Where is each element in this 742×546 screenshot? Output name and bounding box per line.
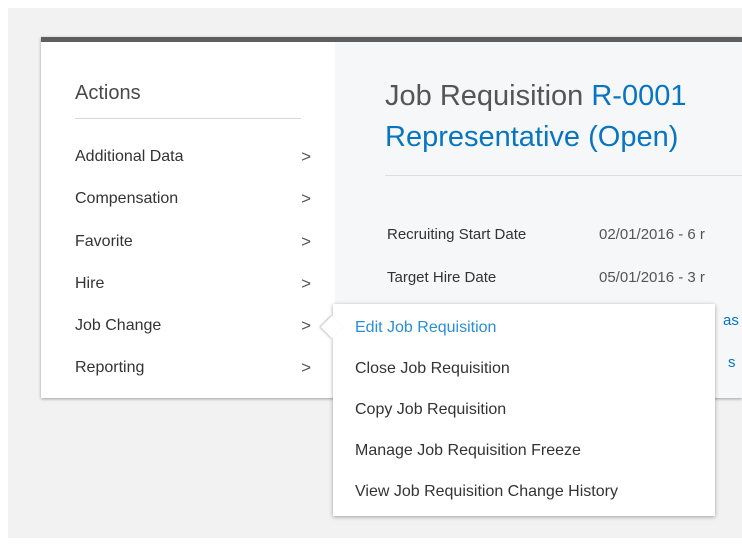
action-item-reporting[interactable]: Reporting > [75,355,311,381]
action-item-label: Compensation [75,190,179,207]
chevron-right-icon: > [301,316,311,335]
manage-job-requisition-freeze-item[interactable]: Manage Job Requisition Freeze [355,442,581,460]
action-item-label: Hire [75,275,105,292]
action-item-additional-data[interactable]: Additional Data > [75,144,311,170]
chevron-right-icon: > [301,274,311,293]
chevron-right-icon: > [301,189,311,208]
actions-divider [75,118,301,119]
actions-column: Actions Additional Data > Compensation >… [41,42,335,398]
page-title-prefix: Job Requisition [385,80,584,112]
recruiting-start-date-value: 02/01/2016 - 6 r [599,226,705,243]
title-divider [385,175,742,176]
requisition-id-link[interactable]: R-0001 [591,80,686,112]
copy-job-requisition-item[interactable]: Copy Job Requisition [355,401,506,419]
action-item-favorite[interactable]: Favorite > [75,229,311,255]
chevron-right-icon: > [301,232,311,251]
page-title: Job Requisition R-0001 [385,80,686,113]
close-job-requisition-item[interactable]: Close Job Requisition [355,360,510,378]
target-hire-date-value: 05/01/2016 - 3 r [599,269,705,286]
view-job-requisition-change-history-item[interactable]: View Job Requisition Change History [355,483,618,501]
chevron-right-icon: > [301,358,311,377]
action-item-label: Additional Data [75,148,184,165]
job-change-submenu: Edit Job Requisition Close Job Requisiti… [320,304,715,516]
recruiting-start-date-label: Recruiting Start Date [387,226,527,243]
actions-title: Actions [75,82,141,104]
target-hire-date-label: Target Hire Date [387,269,497,286]
action-item-label: Favorite [75,233,133,250]
action-item-label: Job Change [75,317,162,334]
partial-link[interactable]: as [723,312,739,329]
action-item-label: Reporting [75,359,145,376]
chevron-right-icon: > [301,147,311,166]
partial-link[interactable]: s [728,354,736,371]
requisition-title-link[interactable]: Representative (Open) [385,121,678,154]
action-item-job-change[interactable]: Job Change > [75,313,311,339]
action-item-hire[interactable]: Hire > [75,271,311,297]
action-item-compensation[interactable]: Compensation > [75,186,311,212]
edit-job-requisition-item[interactable]: Edit Job Requisition [355,319,496,337]
